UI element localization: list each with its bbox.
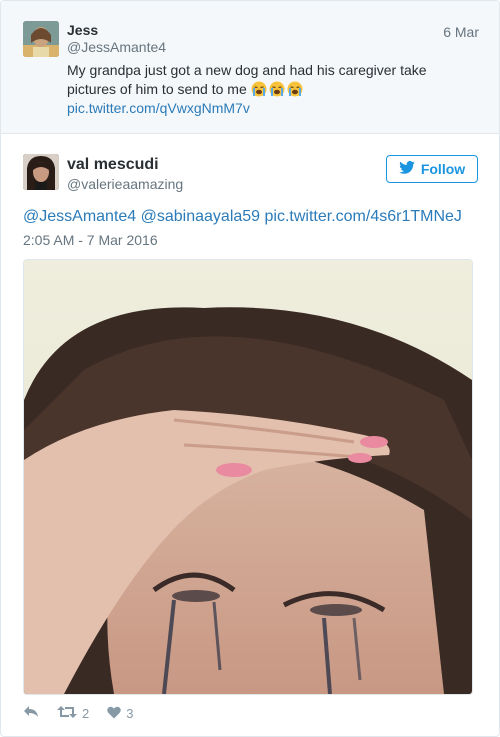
reply-button[interactable]	[23, 705, 39, 722]
retweet-count: 2	[82, 706, 90, 721]
twitter-bird-icon	[399, 161, 415, 177]
retweet-button[interactable]: 2	[57, 705, 89, 722]
heart-icon	[107, 706, 121, 722]
author-avatar[interactable]	[23, 154, 59, 190]
quoted-date[interactable]: 6 Mar	[443, 24, 479, 40]
quoted-text: My grandpa just got a new dog and had hi…	[67, 62, 427, 97]
quoted-avatar[interactable]	[23, 21, 59, 57]
like-button[interactable]: 3	[107, 706, 133, 722]
crying-emoji-icon	[287, 81, 305, 97]
reply-icon	[23, 705, 39, 722]
quoted-tweet[interactable]: Jess @JessAmante4 6 Mar My grandpa just …	[1, 1, 499, 134]
follow-label: Follow	[420, 161, 466, 177]
like-count: 3	[126, 706, 134, 721]
retweet-icon	[57, 705, 77, 722]
quoted-author-handle[interactable]: @JessAmante4	[67, 39, 166, 55]
follow-button[interactable]: Follow	[386, 155, 478, 183]
author-name[interactable]: val mescudi	[67, 156, 159, 174]
quoted-pic-link[interactable]: pic.twitter.com/qVwxgNmM7v	[67, 100, 250, 116]
author-handle[interactable]: @valerieaamazing	[67, 176, 183, 192]
crying-emoji-icon	[251, 81, 269, 97]
tweet-text[interactable]: @JessAmante4 @sabinaayala59 pic.twitter.…	[23, 208, 462, 226]
quoted-text-block: My grandpa just got a new dog and had hi…	[67, 61, 477, 118]
tweet-timestamp[interactable]: 2:05 AM - 7 Mar 2016	[23, 232, 158, 248]
crying-emoji-icon	[269, 81, 287, 97]
tweet-photo[interactable]	[23, 259, 473, 695]
embedded-tweet: Jess @JessAmante4 6 Mar My grandpa just …	[0, 0, 500, 737]
quoted-author-name[interactable]: Jess	[67, 22, 98, 38]
tweet-actions: 2 3	[23, 705, 151, 722]
